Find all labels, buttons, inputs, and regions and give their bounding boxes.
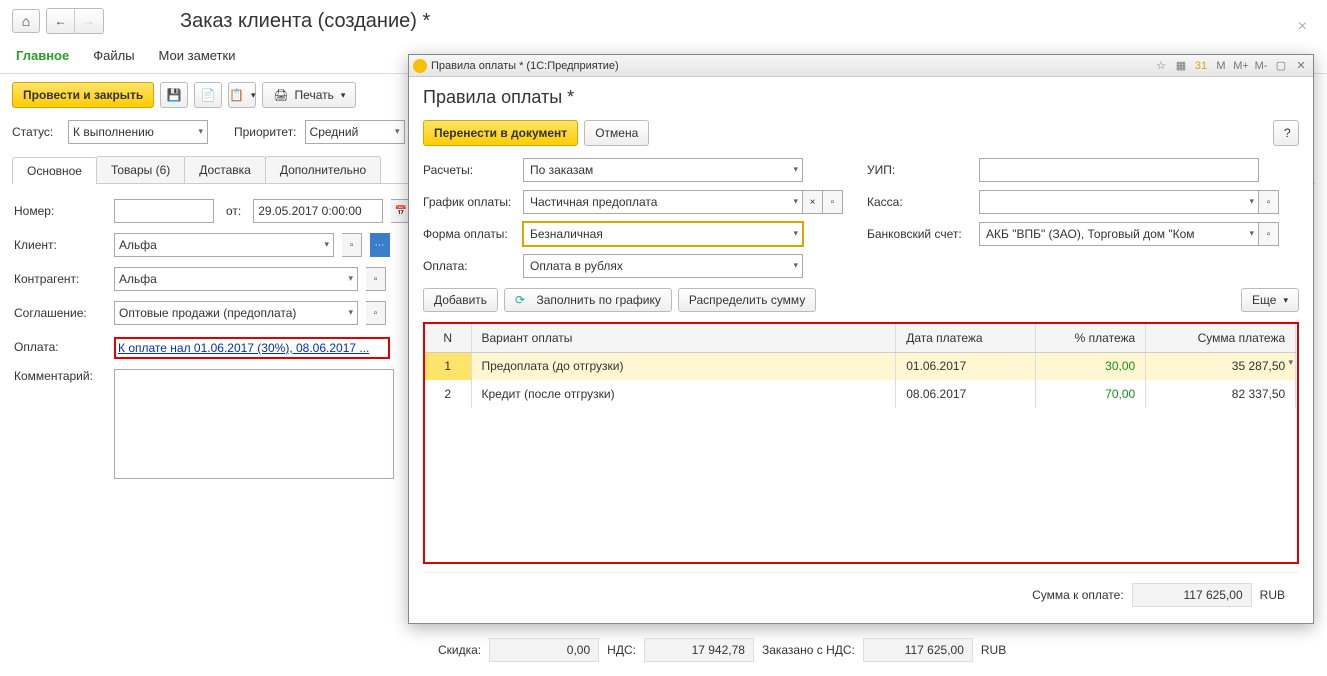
contr-open-icon[interactable]: ▫ xyxy=(366,267,386,291)
home-button[interactable] xyxy=(12,9,40,33)
client-field[interactable]: Альфа xyxy=(114,233,334,257)
app-icon xyxy=(413,59,427,73)
pay-label2: Оплата: xyxy=(423,259,523,273)
vat-value: 17 942,78 xyxy=(644,638,754,662)
tab-notes[interactable]: Мои заметки xyxy=(159,48,236,63)
agree-label: Соглашение: xyxy=(14,306,106,320)
add-button[interactable]: Добавить xyxy=(423,288,498,312)
save-button[interactable]: 💾 xyxy=(160,82,188,108)
window-restore-icon[interactable]: ▢ xyxy=(1273,58,1289,74)
calc-select[interactable]: По заказам xyxy=(523,158,803,182)
dialog-title: Правила оплаты * xyxy=(423,87,1299,108)
status-label: Статус: xyxy=(12,125,60,139)
payform-label: Форма оплаты: xyxy=(423,227,523,241)
ordered-label: Заказано с НДС: xyxy=(762,643,855,657)
priority-label: Приоритет: xyxy=(234,125,297,139)
payform-select[interactable]: Безналичная xyxy=(523,222,803,246)
client-pick-icon[interactable]: ⋯ xyxy=(370,233,390,257)
priority-select[interactable]: Средний xyxy=(305,120,405,144)
window-title: Правила оплаты * (1С:Предприятие) xyxy=(431,60,619,72)
kassa-label: Касса: xyxy=(859,195,979,209)
client-open-icon[interactable]: ▫ xyxy=(342,233,362,257)
number-label: Номер: xyxy=(14,204,106,218)
post-button[interactable]: 📄 xyxy=(194,82,222,108)
back-button[interactable] xyxy=(47,9,75,33)
bank-select[interactable]: АКБ "ВПБ" (ЗАО), Торговый дом "Ком xyxy=(979,222,1259,246)
total-label: Сумма к оплате: xyxy=(1032,588,1124,602)
calendar-tb-icon[interactable]: 31 xyxy=(1193,58,1209,74)
comment-field[interactable] xyxy=(114,369,394,479)
tab-basic[interactable]: Основное xyxy=(12,157,97,184)
mplus-icon[interactable]: M+ xyxy=(1233,58,1249,74)
currency2: RUB xyxy=(981,643,1006,657)
vat-label: НДС: xyxy=(607,643,636,657)
window-close-icon[interactable]: ✕ xyxy=(1293,58,1309,74)
tab-goods[interactable]: Товары (6) xyxy=(96,156,185,183)
ordered-value: 117 625,00 xyxy=(863,638,973,662)
bank-open-icon[interactable]: ▫ xyxy=(1259,222,1279,246)
agree-open-icon[interactable]: ▫ xyxy=(366,301,386,325)
mminus-icon[interactable]: M- xyxy=(1253,58,1269,74)
forward-button xyxy=(75,9,103,33)
help-button[interactable]: ? xyxy=(1273,120,1299,146)
tab-delivery[interactable]: Доставка xyxy=(184,156,266,183)
pay-select[interactable]: Оплата в рублях xyxy=(523,254,803,278)
fill-schedule-button[interactable]: ⟳ Заполнить по графику xyxy=(504,288,672,312)
from-label: от: xyxy=(226,204,241,218)
calc-icon[interactable]: ▦ xyxy=(1173,58,1189,74)
tab-extra[interactable]: Дополнительно xyxy=(265,156,381,183)
th-sum[interactable]: Сумма платежа xyxy=(1146,324,1296,352)
discount-value: 0,00 xyxy=(489,638,599,662)
th-pct[interactable]: % платежа xyxy=(1036,324,1146,352)
currency: RUB xyxy=(1260,588,1285,602)
bank-label: Банковский счет: xyxy=(859,227,979,241)
tab-files[interactable]: Файлы xyxy=(93,48,134,63)
print-button[interactable]: 🖨Печать xyxy=(262,82,356,108)
payment-link[interactable]: К оплате нал 01.06.2017 (30%), 08.06.201… xyxy=(118,341,369,355)
contr-label: Контрагент: xyxy=(14,272,106,286)
distribute-button[interactable]: Распределить сумму xyxy=(678,288,816,312)
create-based-button[interactable]: 📋 xyxy=(228,82,256,108)
table-row[interactable]: 1 Предоплата (до отгрузки) 01.06.2017 30… xyxy=(425,352,1297,380)
more-button[interactable]: Еще xyxy=(1241,288,1299,312)
page-title: Заказ клиента (создание) * xyxy=(180,10,430,33)
discount-label: Скидка: xyxy=(438,643,481,657)
calc-label: Расчеты: xyxy=(423,163,523,177)
uip-field[interactable] xyxy=(979,158,1259,182)
th-variant[interactable]: Вариант оплаты xyxy=(471,324,896,352)
transfer-button[interactable]: Перенести в документ xyxy=(423,120,578,146)
date-field[interactable]: 29.05.2017 0:00:00 xyxy=(253,199,383,223)
order-summary: Скидка: 0,00 НДС: 17 942,78 Заказано с Н… xyxy=(438,638,1006,662)
close-icon[interactable]: × xyxy=(1298,18,1307,36)
m-icon[interactable]: M xyxy=(1213,58,1229,74)
fav-icon[interactable]: ☆ xyxy=(1153,58,1169,74)
agree-field[interactable]: Оптовые продажи (предоплата) xyxy=(114,301,358,325)
sched-clear-icon[interactable]: × xyxy=(803,190,823,214)
th-n[interactable]: N xyxy=(425,324,471,352)
post-close-button[interactable]: Провести и закрыть xyxy=(12,82,154,108)
th-date[interactable]: Дата платежа xyxy=(896,324,1036,352)
table-row[interactable]: 2 Кредит (после отгрузки) 08.06.2017 70,… xyxy=(425,380,1297,408)
kassa-select[interactable] xyxy=(979,190,1259,214)
pay-label: Оплата: xyxy=(14,340,106,354)
status-select[interactable]: К выполнению xyxy=(68,120,208,144)
total-value: 117 625,00 xyxy=(1132,583,1252,607)
payment-rules-dialog: Правила оплаты * (1С:Предприятие) ☆ ▦ 31… xyxy=(408,54,1314,624)
uip-label: УИП: xyxy=(859,163,979,177)
contr-field[interactable]: Альфа xyxy=(114,267,358,291)
sched-open-icon[interactable]: ▫ xyxy=(823,190,843,214)
sched-select[interactable]: Частичная предоплата xyxy=(523,190,803,214)
tab-main[interactable]: Главное xyxy=(16,48,69,63)
sched-label: График оплаты: xyxy=(423,195,523,209)
client-label: Клиент: xyxy=(14,238,106,252)
cancel-button[interactable]: Отмена xyxy=(584,120,649,146)
comment-label: Комментарий: xyxy=(14,369,106,383)
payments-table: N Вариант оплаты Дата платежа % платежа … xyxy=(423,322,1299,564)
number-field[interactable] xyxy=(114,199,214,223)
kassa-open-icon[interactable]: ▫ xyxy=(1259,190,1279,214)
